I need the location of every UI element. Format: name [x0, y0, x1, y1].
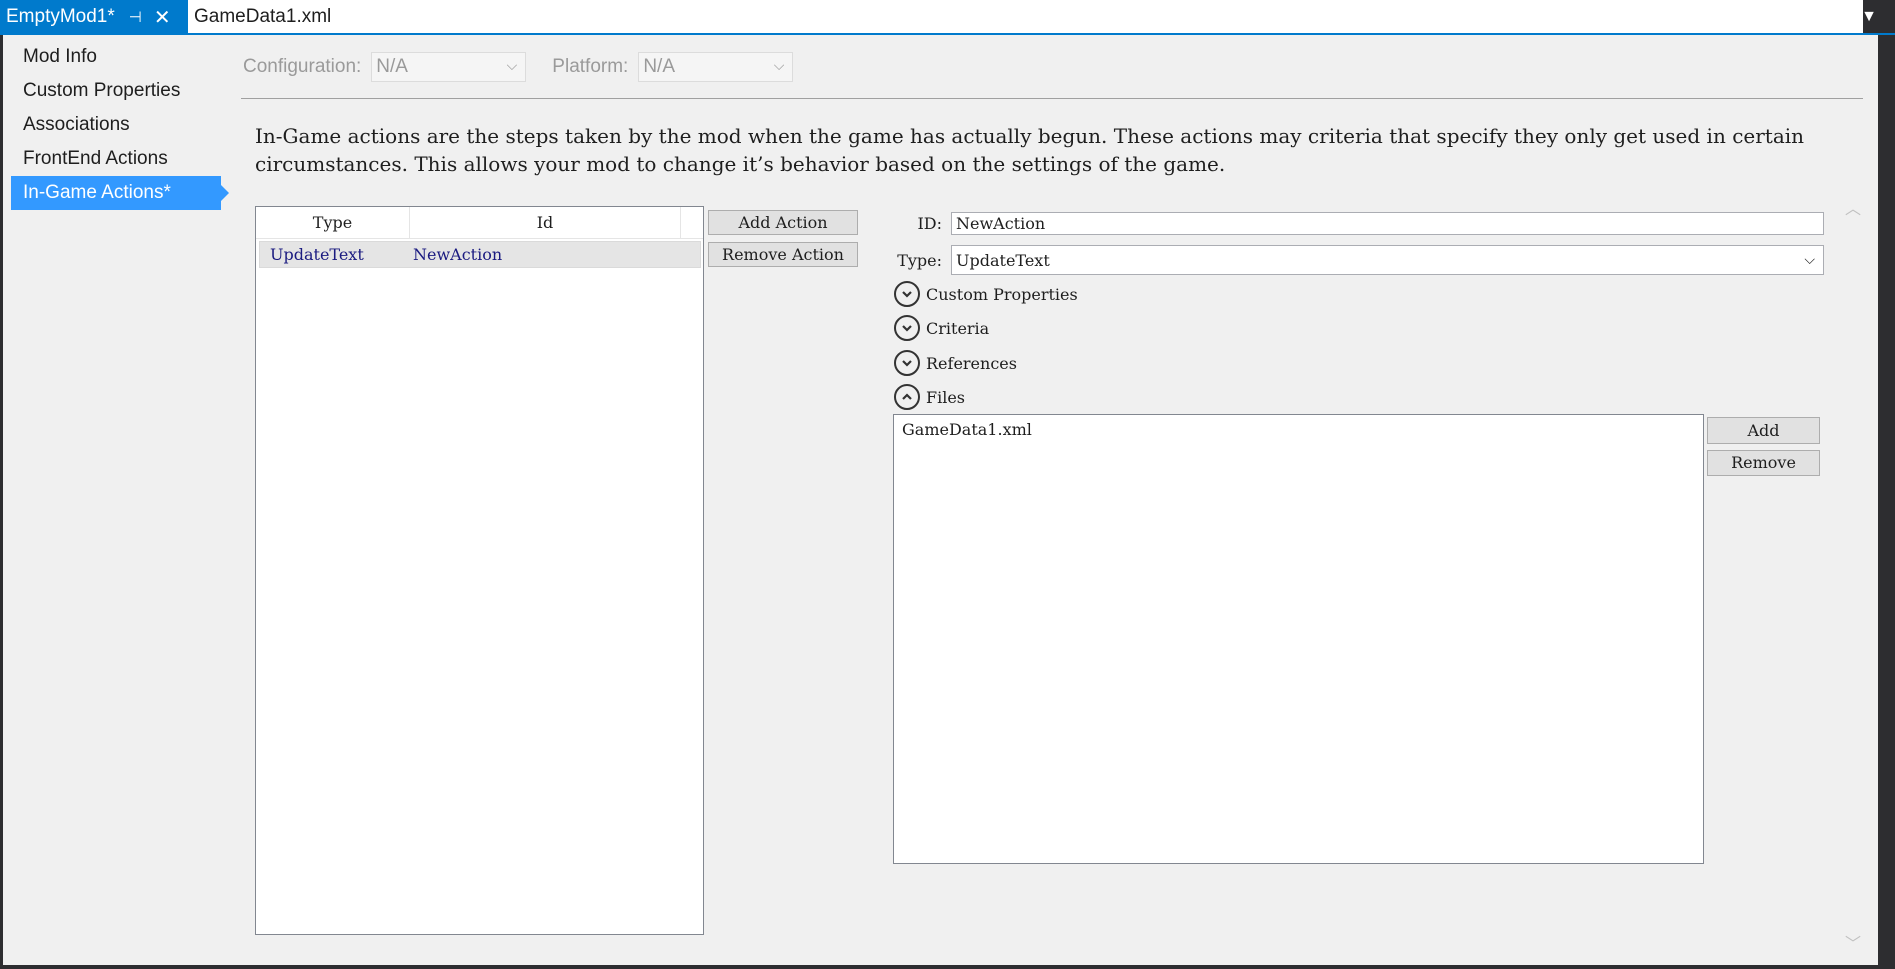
header-divider	[241, 98, 1863, 99]
window-edge	[1878, 35, 1895, 969]
close-icon[interactable]: ✕	[154, 5, 171, 30]
add-action-button[interactable]: Add Action	[708, 210, 858, 235]
sidebar-item-label: FrontEnd Actions	[23, 148, 168, 169]
expander-references[interactable]: References	[894, 350, 1017, 376]
configuration-label: Configuration:	[243, 56, 362, 77]
add-file-button[interactable]: Add	[1707, 417, 1820, 444]
remove-action-button[interactable]: Remove Action	[708, 242, 858, 267]
platform-select[interactable]: N/A ⌵	[638, 52, 794, 82]
sidebar-item-associations[interactable]: Associations	[11, 108, 221, 142]
expander-label: References	[926, 353, 1017, 373]
expander-custom-properties[interactable]: Custom Properties	[894, 281, 1078, 307]
chevron-up-icon[interactable]: ︿	[1845, 195, 1861, 219]
page-description: In-Game actions are the steps taken by t…	[255, 124, 1805, 176]
sidebar-item-in-game-actions[interactable]: In-Game Actions*	[11, 176, 229, 210]
sidebar-item-label: In-Game Actions*	[23, 182, 171, 203]
chevron-up-icon[interactable]	[894, 384, 920, 410]
expander-label: Custom Properties	[926, 284, 1078, 304]
list-header: Type Id	[256, 207, 703, 239]
row-type: UpdateText	[270, 245, 364, 264]
expander-files[interactable]: Files	[894, 384, 965, 410]
table-row[interactable]: UpdateText NewAction	[259, 241, 701, 268]
sidebar-item-label: Custom Properties	[23, 80, 181, 101]
id-field[interactable]: NewAction	[951, 212, 1824, 235]
remove-file-button[interactable]: Remove	[1707, 450, 1820, 476]
tab-label: GameData1.xml	[194, 6, 332, 27]
expander-label: Files	[926, 387, 966, 407]
chevron-down-icon: ⌵	[773, 57, 785, 73]
chevron-down-icon[interactable]: ﹀	[1845, 930, 1861, 954]
id-label: ID:	[917, 214, 942, 233]
sidebar-nav: Mod Info Custom Properties Associations …	[11, 40, 229, 210]
sidebar-item-label: Associations	[23, 114, 130, 135]
actions-list[interactable]: Type Id UpdateText NewAction	[255, 206, 704, 935]
document-tab-bar: EmptyMod1* ⊣ ✕ GameData1.xml ▼	[0, 0, 1895, 34]
chevron-down-icon[interactable]: ▼	[1861, 8, 1877, 26]
expander-criteria[interactable]: Criteria	[894, 315, 989, 341]
platform-label: Platform:	[552, 56, 629, 77]
configuration-value: N/A	[376, 56, 408, 77]
sidebar-item-custom-properties[interactable]: Custom Properties	[11, 74, 221, 108]
chevron-down-icon[interactable]	[894, 281, 920, 307]
list-item[interactable]: GameData1.xml	[894, 415, 1703, 444]
chevron-down-icon[interactable]	[894, 350, 920, 376]
tab-gamedata1[interactable]: GameData1.xml	[188, 0, 1863, 34]
type-select[interactable]: UpdateText ⌵	[951, 245, 1824, 275]
files-list[interactable]: GameData1.xml	[893, 414, 1704, 864]
chevron-down-icon: ⌵	[506, 57, 518, 73]
tab-label: EmptyMod1*	[6, 6, 115, 27]
chevron-down-icon: ⌵	[1804, 252, 1815, 268]
sidebar-item-label: Mod Info	[23, 46, 97, 67]
sidebar-item-mod-info[interactable]: Mod Info	[11, 40, 221, 74]
configuration-bar: Configuration: N/A ⌵ Platform: N/A ⌵	[243, 52, 794, 82]
configuration-select[interactable]: N/A ⌵	[371, 52, 527, 82]
chevron-down-icon[interactable]	[894, 315, 920, 341]
sidebar-item-frontend-actions[interactable]: FrontEnd Actions	[11, 142, 221, 176]
platform-value: N/A	[643, 56, 676, 77]
pin-icon[interactable]: ⊣	[129, 8, 142, 26]
column-header-type[interactable]: Type	[256, 207, 410, 238]
type-label: Type:	[897, 251, 942, 270]
type-value: UpdateText	[956, 250, 1050, 270]
row-id: NewAction	[413, 245, 503, 264]
expander-label: Criteria	[926, 318, 990, 338]
column-header-id[interactable]: Id	[410, 207, 681, 238]
tab-emptymod1[interactable]: EmptyMod1* ⊣ ✕	[0, 0, 188, 34]
